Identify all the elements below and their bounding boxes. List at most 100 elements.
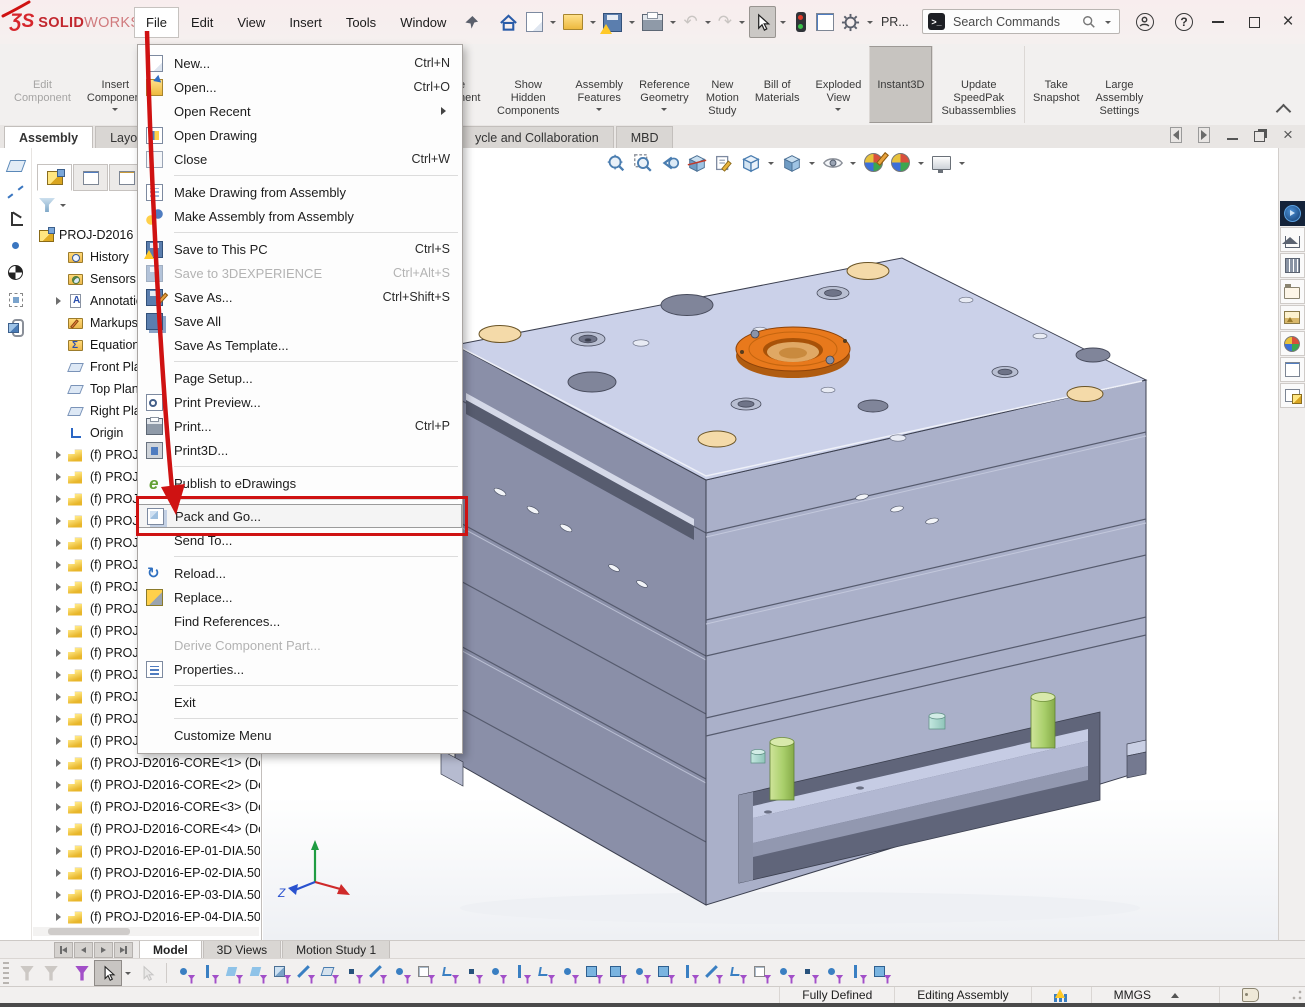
interference-detection-button[interactable]	[790, 7, 812, 37]
file-menu-item[interactable]: Pack and Go...	[138, 504, 462, 528]
print-button[interactable]	[639, 7, 666, 37]
previous-document-button[interactable]	[1169, 128, 1183, 142]
filter-type-button[interactable]	[849, 965, 866, 982]
select-cursor-button[interactable]	[94, 960, 122, 986]
filter-type-button[interactable]	[321, 965, 338, 982]
center-of-mass-icon[interactable]	[6, 263, 26, 283]
options-list-button[interactable]	[813, 7, 837, 37]
edit-appearance-icon[interactable]	[861, 150, 886, 175]
file-menu-item[interactable]	[174, 175, 458, 176]
file-menu-item[interactable]: Exit	[138, 690, 462, 714]
tree-expand-icon[interactable]	[55, 605, 68, 613]
file-menu-item[interactable]: Save All	[138, 309, 462, 333]
select-tool-button[interactable]	[749, 6, 776, 38]
tree-item[interactable]: (f) PROJ-D2016-EP-04-DIA.50x9.4	[33, 906, 260, 924]
ribbon-dropdown-icon[interactable]	[835, 108, 841, 114]
filter-type-button[interactable]	[369, 965, 386, 982]
ribbon-dropdown-icon[interactable]	[112, 108, 118, 114]
filter-type-button[interactable]	[177, 965, 194, 982]
search-icon[interactable]	[1082, 15, 1096, 29]
file-menu-item[interactable]: Save to This PC Ctrl+S	[138, 237, 462, 261]
tree-expand-icon[interactable]	[55, 759, 68, 767]
view-palette-button[interactable]	[1280, 305, 1305, 330]
settings-gear-button[interactable]	[838, 7, 863, 37]
tags-button[interactable]	[1219, 987, 1281, 1003]
file-menu-item[interactable]: Print3D...	[138, 438, 462, 462]
resize-grip[interactable]	[1291, 989, 1303, 1001]
tree-item[interactable]: (f) PROJ-D2016-CORE<4> (Defau	[33, 818, 260, 840]
file-menu-item[interactable]: Properties...	[138, 657, 462, 681]
ribbon-button[interactable]: New Motion Study	[698, 46, 747, 123]
file-menu-item[interactable]	[174, 499, 458, 500]
tree-horizontal-scrollbar[interactable]	[33, 927, 259, 936]
ribbon-button[interactable]: Large Assembly Settings	[1088, 46, 1152, 123]
tree-expand-icon[interactable]	[55, 737, 68, 745]
file-menu-item[interactable]: Open... Ctrl+O	[138, 75, 462, 99]
tree-expand-icon[interactable]	[55, 869, 68, 877]
display-style-dropdown-icon[interactable]	[809, 162, 815, 168]
file-menu-item[interactable]: Save As Template...	[138, 333, 462, 357]
file-menu-item[interactable]: Page Setup...	[138, 366, 462, 390]
menu-bar-item[interactable]: File	[134, 7, 179, 38]
magnified-selection-button[interactable]	[134, 961, 160, 985]
ribbon-button[interactable]: Instant3D	[869, 46, 932, 123]
filter-type-button[interactable]	[609, 965, 626, 982]
undo-dropdown-icon[interactable]	[705, 21, 711, 27]
reference-plane-icon[interactable]	[6, 155, 26, 175]
tree-expand-icon[interactable]	[55, 649, 68, 657]
print-dropdown-icon[interactable]	[670, 21, 676, 27]
file-menu-item[interactable]: Derive Component Part...	[138, 633, 462, 657]
filter-type-button[interactable]	[801, 965, 818, 982]
toolbar-drag-handle[interactable]	[3, 962, 9, 984]
zoom-to-fit-icon[interactable]	[603, 150, 628, 175]
tree-expand-icon[interactable]	[55, 561, 68, 569]
zoom-to-area-icon[interactable]	[630, 150, 655, 175]
tree-item[interactable]: (f) PROJ-D2016-CORE<1> (Defau	[33, 752, 260, 774]
model-tab[interactable]: Model	[139, 941, 202, 959]
featuremanager-tab[interactable]	[37, 164, 72, 191]
tree-expand-icon[interactable]	[55, 495, 68, 503]
file-menu-item[interactable]: Open Recent	[138, 99, 462, 123]
filter-type-button[interactable]	[561, 965, 578, 982]
filter-type-button[interactable]	[753, 965, 770, 982]
tree-item[interactable]: (f) PROJ-D2016-CORE<3> (Defau	[33, 796, 260, 818]
filter-type-button[interactable]	[513, 965, 530, 982]
tree-expand-icon[interactable]	[55, 803, 68, 811]
ribbon-button[interactable]: Show Hidden Components	[489, 46, 567, 123]
open-dropdown-icon[interactable]	[590, 21, 596, 27]
tree-expand-icon[interactable]	[55, 451, 68, 459]
file-menu-item[interactable]: Replace...	[138, 585, 462, 609]
apply-scene-dropdown-icon[interactable]	[918, 162, 924, 168]
tree-expand-icon[interactable]	[55, 847, 68, 855]
tree-expand-icon[interactable]	[55, 517, 68, 525]
hide-show-items-icon[interactable]	[820, 150, 845, 175]
tree-expand-icon[interactable]	[55, 825, 68, 833]
file-menu-item[interactable]: Reload...	[138, 561, 462, 585]
scrollbar-thumb[interactable]	[48, 928, 130, 935]
next-tab-button[interactable]	[94, 942, 113, 958]
ribbon-button[interactable]: Reference Geometry	[631, 46, 698, 123]
toggle-selection-filters-icon[interactable]	[75, 966, 89, 981]
filter-type-button[interactable]	[681, 965, 698, 982]
minimize-window-button[interactable]	[1206, 10, 1230, 34]
reference-axis-icon[interactable]	[6, 182, 26, 202]
redo-button[interactable]	[715, 7, 735, 37]
menu-bar-item[interactable]: Edit	[179, 7, 225, 38]
open-document-button[interactable]	[560, 7, 586, 37]
file-menu-item[interactable]: Find References...	[138, 609, 462, 633]
close-window-button[interactable]	[1276, 10, 1300, 34]
solidworks-add-ins-button[interactable]	[1280, 383, 1305, 408]
help-button[interactable]	[1172, 10, 1196, 34]
command-tab[interactable]: Assembly	[4, 126, 93, 150]
file-menu-item[interactable]	[174, 361, 458, 362]
view-settings-icon[interactable]	[929, 150, 954, 175]
minimize-document-button[interactable]	[1225, 128, 1239, 142]
3dexperience-button[interactable]	[1280, 201, 1305, 226]
ribbon-button[interactable]: Take Snapshot	[1024, 46, 1087, 123]
filter-type-button[interactable]	[297, 965, 314, 982]
file-explorer-button[interactable]	[1280, 279, 1305, 304]
file-menu-item[interactable]	[174, 685, 458, 686]
file-menu-item[interactable]	[174, 556, 458, 557]
close-document-button[interactable]	[1281, 128, 1295, 142]
tree-expand-icon[interactable]	[55, 627, 68, 635]
